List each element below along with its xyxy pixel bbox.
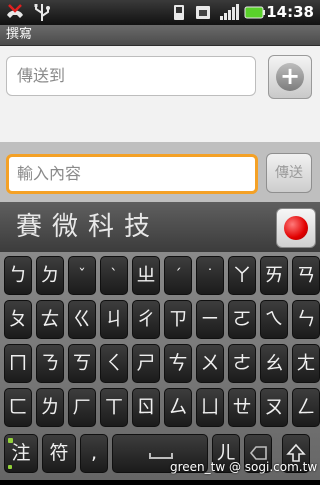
- key-x[interactable]: ㄒ: [100, 388, 128, 427]
- message-input[interactable]: 輸入內容: [6, 154, 258, 194]
- key-i[interactable]: ㄧ: [196, 300, 224, 339]
- zhuyin-keyboard: ㄅ ㄉ ˇ ˋ ㄓ ˊ ˙ ㄚ ㄞ ㄢ ㄆ ㄊ ㄍ ㄐ ㄔ ㄗ ㄧ ㄛ ㄟ ㄣ …: [0, 252, 320, 480]
- recipient-area: 傳送到 +: [0, 46, 320, 142]
- key-u[interactable]: ㄨ: [196, 344, 224, 383]
- key-ch[interactable]: ㄔ: [132, 300, 160, 339]
- key-f[interactable]: ㄈ: [4, 388, 32, 427]
- key-l[interactable]: ㄌ: [36, 388, 64, 427]
- key-p[interactable]: ㄆ: [4, 300, 32, 339]
- key-q[interactable]: ㄑ: [100, 344, 128, 383]
- comma-key[interactable]: ,: [80, 434, 108, 473]
- compose-bar: 輸入內容 傳送: [0, 142, 320, 202]
- record-button[interactable]: [276, 208, 316, 248]
- key-ai[interactable]: ㄞ: [260, 256, 288, 295]
- key-en[interactable]: ㄣ: [292, 300, 320, 339]
- battery-icon: [244, 6, 265, 19]
- key-sh[interactable]: ㄕ: [132, 344, 160, 383]
- page-title: 撰寫: [6, 27, 33, 42]
- input-mode-key[interactable]: 注: [4, 434, 38, 473]
- key-tone4[interactable]: ˋ: [100, 256, 128, 295]
- key-tone3[interactable]: ˇ: [68, 256, 96, 295]
- plus-icon: +: [276, 63, 304, 91]
- watermark: green_tw @ sogi.com.tw: [170, 460, 318, 474]
- key-t[interactable]: ㄊ: [36, 300, 64, 339]
- key-c[interactable]: ㄘ: [164, 344, 192, 383]
- plus-icon-glyph: +: [279, 62, 301, 90]
- key-h[interactable]: ㄏ: [68, 388, 96, 427]
- key-o[interactable]: ㄛ: [228, 300, 256, 339]
- send-button[interactable]: 傳送: [266, 153, 312, 193]
- key-yu[interactable]: ㄩ: [196, 388, 224, 427]
- key-ang[interactable]: ㄤ: [292, 344, 320, 383]
- status-time: 14:38: [266, 3, 314, 21]
- record-icon: [284, 216, 308, 240]
- symbol-key[interactable]: 符: [42, 434, 76, 473]
- key-eng[interactable]: ㄥ: [292, 388, 320, 427]
- key-tone2[interactable]: ˊ: [164, 256, 192, 295]
- key-tone5[interactable]: ˙: [196, 256, 224, 295]
- add-recipient-button[interactable]: +: [268, 55, 312, 99]
- candidate-text[interactable]: 賽微科技: [16, 202, 160, 252]
- key-r[interactable]: ㄖ: [132, 388, 160, 427]
- key-z[interactable]: ㄗ: [164, 300, 192, 339]
- key-d[interactable]: ㄉ: [36, 256, 64, 295]
- signal-icon: [220, 4, 239, 20]
- title-bar: 撰寫: [0, 25, 320, 46]
- key-ou[interactable]: ㄡ: [260, 388, 288, 427]
- symbol-key-label: 符: [49, 442, 69, 464]
- status-bar: 14:38: [0, 0, 320, 25]
- input-mode-label: 注: [11, 442, 31, 464]
- key-m[interactable]: ㄇ: [4, 344, 32, 383]
- mode-indicator-icon: [8, 438, 13, 443]
- comma-key-label: ,: [90, 442, 98, 464]
- key-j[interactable]: ㄐ: [100, 300, 128, 339]
- candidate-bar: 賽微科技: [0, 202, 320, 252]
- key-ao[interactable]: ㄠ: [260, 344, 288, 383]
- key-k[interactable]: ㄎ: [68, 344, 96, 383]
- mode-dot-icon: [8, 465, 12, 469]
- recipient-input[interactable]: 傳送到: [6, 56, 256, 96]
- wifi-icon: [174, 5, 184, 20]
- key-s[interactable]: ㄙ: [164, 388, 192, 427]
- missed-call-icon: [7, 4, 23, 18]
- key-an[interactable]: ㄢ: [292, 256, 320, 295]
- key-a[interactable]: ㄚ: [228, 256, 256, 295]
- key-n[interactable]: ㄋ: [36, 344, 64, 383]
- key-g[interactable]: ㄍ: [68, 300, 96, 339]
- key-eh[interactable]: ㄝ: [228, 388, 256, 427]
- sim-icon: [196, 6, 210, 19]
- key-b[interactable]: ㄅ: [4, 256, 32, 295]
- key-e[interactable]: ㄜ: [228, 344, 256, 383]
- key-ei[interactable]: ㄟ: [260, 300, 288, 339]
- usb-icon: [34, 4, 50, 21]
- key-zh[interactable]: ㄓ: [132, 256, 160, 295]
